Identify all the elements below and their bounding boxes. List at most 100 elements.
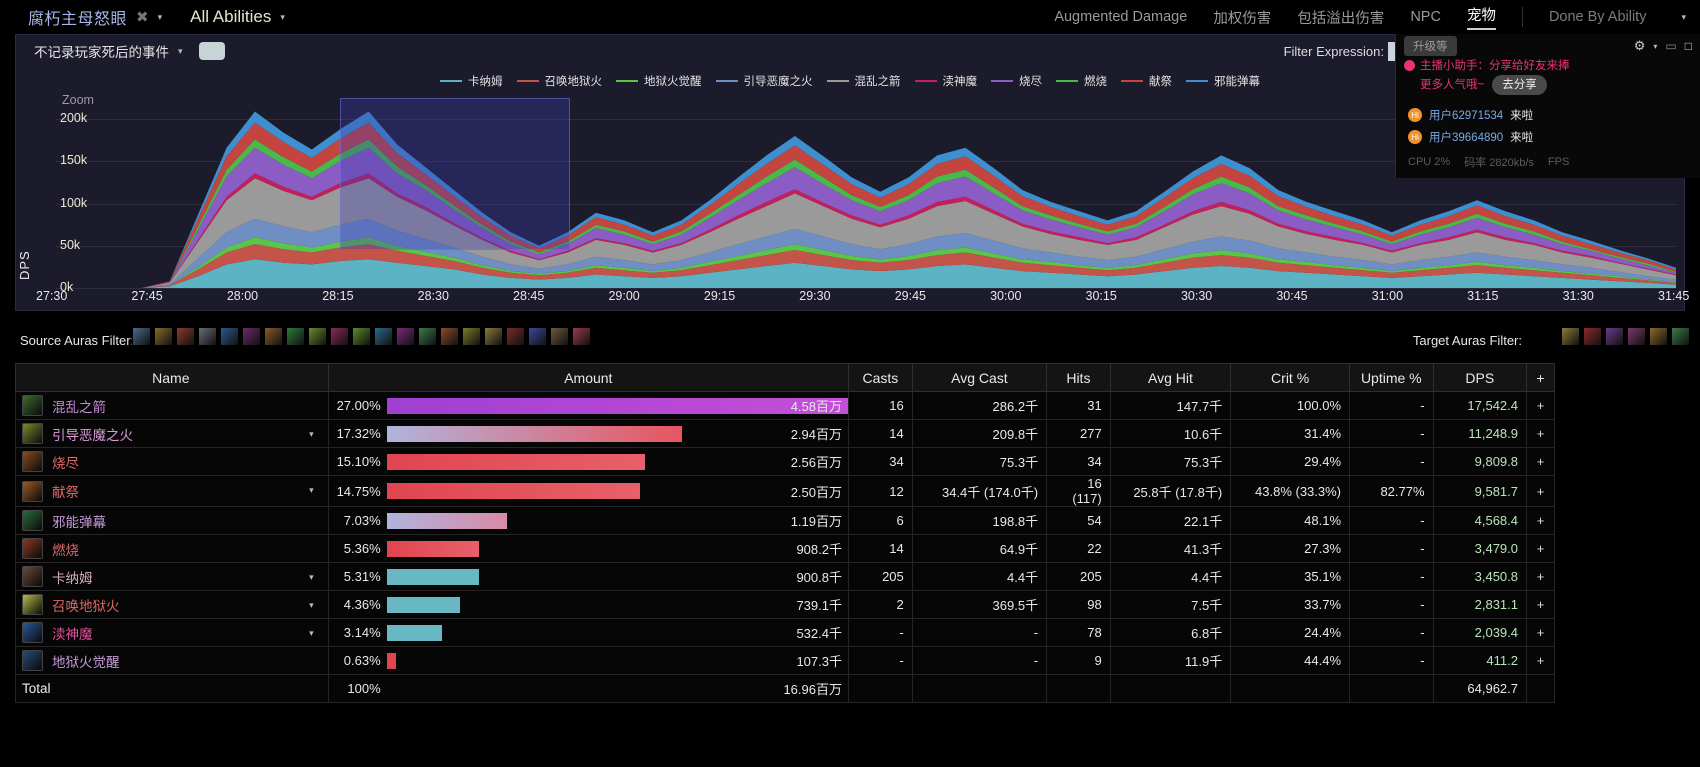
aura-1-icon[interactable]	[132, 327, 151, 346]
cell-name[interactable]: 燃烧	[15, 534, 329, 563]
cell-add-button[interactable]: +	[1526, 562, 1555, 591]
legend-item[interactable]: 献祭	[1121, 73, 1172, 89]
spell-name[interactable]: 地狱火觉醒	[52, 651, 120, 671]
death-filter-dropdown[interactable]: 不记录玩家死后的事件	[34, 41, 169, 61]
cell-add-button[interactable]: +	[1526, 391, 1555, 420]
table-row[interactable]: 邪能弹幕 7.03% 1.19百万 6 198.8千 54 22.1千 48.1% -4,568…	[15, 506, 1555, 535]
taura-2-icon[interactable]	[1583, 327, 1602, 346]
aura-6-icon[interactable]	[242, 327, 261, 346]
table-row[interactable]: 引导恶魔之火 ▾ 17.32% 2.94百万 14 209.8千 277 10.6千 31.4%…	[15, 419, 1555, 448]
nav-weighted-damage[interactable]: 加权伤害	[1213, 7, 1271, 28]
legend-item[interactable]: 引导恶魔之火	[715, 73, 813, 89]
aura-17-icon[interactable]	[484, 327, 503, 346]
aura-14-icon[interactable]	[418, 327, 437, 346]
th-amount[interactable]: Amount	[327, 363, 850, 392]
table-row[interactable]: 燃烧 5.36% 908.2千 14 64.9千 22 41.3千 27.3% -3,479.0…	[15, 534, 1555, 563]
table-row[interactable]: 召唤地狱火 ▾ 4.36% 739.1千 2 369.5千 98 7.5千 33.7% -2,83…	[15, 590, 1555, 619]
table-row[interactable]: 卡纳姆 ▾ 5.31% 900.8千 205 4.4千 205 4.4千 35.1% -3,450…	[15, 562, 1555, 591]
legend-item[interactable]: 渎神魔	[914, 73, 977, 89]
aura-12-icon[interactable]	[374, 327, 393, 346]
aura-11-icon[interactable]	[352, 327, 371, 346]
nav-pets[interactable]: 宠物	[1466, 4, 1496, 30]
taura-4-icon[interactable]	[1627, 327, 1646, 346]
close-icon[interactable]: ✖	[136, 8, 149, 26]
share-button[interactable]: 去分享	[1492, 74, 1547, 96]
all-abilities-label[interactable]: All Abilities	[190, 7, 271, 27]
legend-item[interactable]: 烧尽	[991, 73, 1042, 89]
spell-name[interactable]: 燃烧	[52, 539, 79, 559]
th-avg-hit[interactable]: Avg Hit	[1109, 363, 1232, 392]
cell-name[interactable]: 卡纳姆 ▾	[15, 562, 329, 591]
legend-item[interactable]: 燃烧	[1056, 73, 1107, 89]
legend-item[interactable]: 混乱之箭	[826, 73, 901, 89]
legend-item[interactable]: 地狱火觉醒	[616, 73, 702, 89]
spell-name[interactable]: 渎神魔	[52, 623, 93, 643]
aura-8-icon[interactable]	[286, 327, 305, 346]
spell-name[interactable]: 邪能弹幕	[52, 511, 106, 531]
legend-item[interactable]: 邪能弹幕	[1186, 73, 1260, 89]
nav-augmented-damage[interactable]: Augmented Damage	[1054, 9, 1187, 25]
fight-name-label[interactable]: 腐朽主母怒眼	[28, 5, 127, 29]
all-abilities-chevron-down-icon[interactable]: ▾	[280, 12, 285, 23]
nav-npc[interactable]: NPC	[1410, 9, 1441, 25]
cell-add-button[interactable]: +	[1526, 475, 1555, 507]
taura-6-icon[interactable]	[1671, 327, 1690, 346]
aura-18-icon[interactable]	[506, 327, 525, 346]
nav-include-overkill[interactable]: 包括溢出伤害	[1297, 7, 1384, 28]
cell-name[interactable]: 地狱火觉醒	[15, 646, 329, 675]
spell-name[interactable]: 召唤地狱火	[52, 595, 120, 615]
row-expand-chevron-down-icon[interactable]: ▾	[309, 485, 314, 496]
gear-icon[interactable]: ⚙	[1634, 38, 1646, 54]
fight-chevron-down-icon[interactable]: ▾	[158, 12, 163, 23]
aura-10-icon[interactable]	[330, 327, 349, 346]
legend-item[interactable]: 召唤地狱火	[516, 73, 602, 89]
cell-name[interactable]: 混乱之箭	[15, 391, 329, 420]
cell-add-button[interactable]: +	[1526, 646, 1555, 675]
done-by-ability-chevron-down-icon[interactable]: ▾	[1681, 12, 1686, 23]
th-hits[interactable]: Hits	[1046, 363, 1111, 392]
spell-name[interactable]: 烧尽	[52, 452, 79, 472]
table-row[interactable]: 烧尽 15.10% 2.56百万 34 75.3千 34 75.3千 29.4% -9,809.…	[15, 447, 1555, 476]
aura-16-icon[interactable]	[462, 327, 481, 346]
aura-20-icon[interactable]	[550, 327, 569, 346]
table-row[interactable]: 地狱火觉醒 0.63% 107.3千 - -9 11.9千 44.4% -411.2 +	[15, 646, 1555, 675]
row-expand-chevron-down-icon[interactable]: ▾	[309, 429, 314, 440]
table-row[interactable]: 献祭 ▾ 14.75% 2.50百万 12 34.4千 (174.0千) 16 (117) 2…	[15, 475, 1555, 507]
aura-5-icon[interactable]	[220, 327, 239, 346]
cell-name[interactable]: 引导恶魔之火 ▾	[15, 419, 329, 448]
aura-2-icon[interactable]	[154, 327, 173, 346]
spell-name[interactable]: 混乱之箭	[52, 396, 106, 416]
aura-4-icon[interactable]	[198, 327, 217, 346]
th-avg-cast[interactable]: Avg Cast	[911, 363, 1048, 392]
th-name[interactable]: Name	[15, 363, 329, 392]
cell-add-button[interactable]: +	[1526, 419, 1555, 448]
th-crit-pct[interactable]: Crit %	[1230, 363, 1351, 392]
square-icon[interactable]: □	[1685, 39, 1692, 53]
cell-add-button[interactable]: +	[1526, 618, 1555, 647]
cell-name[interactable]: 邪能弹幕	[15, 506, 329, 535]
table-row[interactable]: 混乱之箭 27.00% 4.58百万 16 286.2千 31 147.7千 100.0% -1…	[15, 391, 1555, 420]
cell-add-button[interactable]: +	[1526, 590, 1555, 619]
spell-name[interactable]: 引导恶魔之火	[52, 424, 133, 444]
screen-icon[interactable]: ▭	[1665, 39, 1676, 53]
death-filter-chevron-down-icon[interactable]: ▾	[178, 46, 183, 57]
aura-7-icon[interactable]	[264, 327, 283, 346]
th-uptime-pct[interactable]: Uptime %	[1349, 363, 1434, 392]
cell-add-button[interactable]: +	[1526, 506, 1555, 535]
aura-13-icon[interactable]	[396, 327, 415, 346]
taura-5-icon[interactable]	[1649, 327, 1668, 346]
row-expand-chevron-down-icon[interactable]: ▾	[309, 600, 314, 611]
aura-19-icon[interactable]	[528, 327, 547, 346]
spell-name[interactable]: 卡纳姆	[52, 567, 93, 587]
aura-21-icon[interactable]	[572, 327, 591, 346]
spell-name[interactable]: 献祭	[52, 481, 79, 501]
gear-chevron-down-icon[interactable]: ▾	[1653, 42, 1657, 51]
row-expand-chevron-down-icon[interactable]: ▾	[309, 572, 314, 583]
th-dps[interactable]: DPS	[1432, 363, 1528, 392]
row-expand-chevron-down-icon[interactable]: ▾	[309, 628, 314, 639]
cell-add-button[interactable]: +	[1526, 447, 1555, 476]
table-row[interactable]: 渎神魔 ▾ 3.14% 532.4千 - -78 6.8千 24.4% -2,039.4 +	[15, 618, 1555, 647]
th-add-column[interactable]: +	[1526, 363, 1555, 392]
cell-name[interactable]: 烧尽	[15, 447, 329, 476]
aura-9-icon[interactable]	[308, 327, 327, 346]
